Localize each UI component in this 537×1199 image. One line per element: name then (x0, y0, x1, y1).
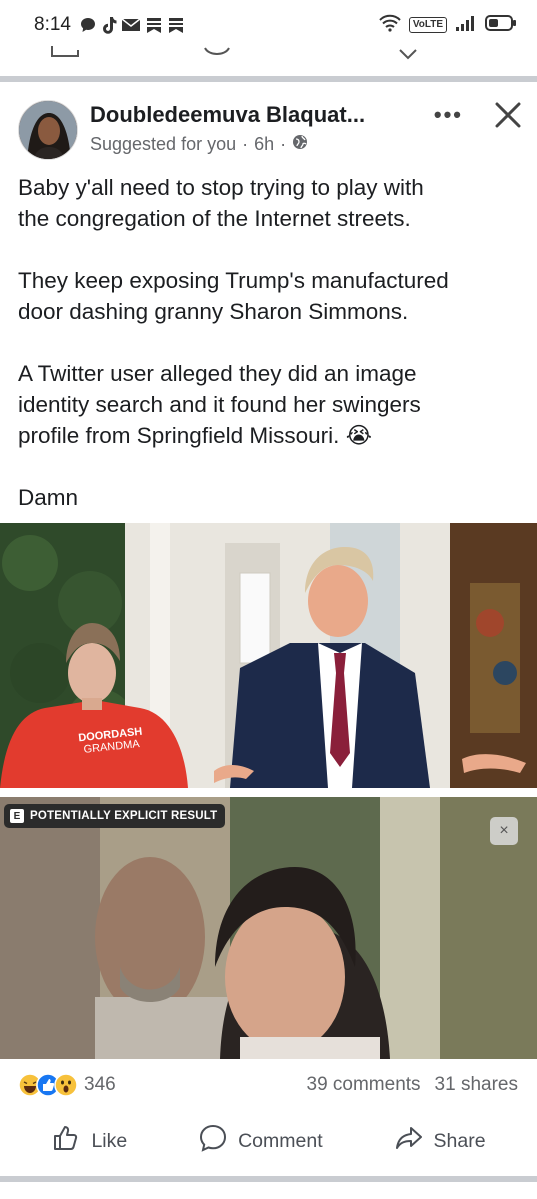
explicit-badge-text: POTENTIALLY EXPLICIT RESULT (30, 810, 218, 822)
share-button[interactable]: Share (394, 1123, 486, 1159)
like-button[interactable]: Like (51, 1123, 127, 1159)
feed-divider (0, 76, 537, 82)
notification-icons (79, 16, 185, 34)
reaction-count[interactable]: 346 (84, 1074, 116, 1096)
avatar[interactable] (18, 100, 78, 160)
signal-icon (455, 14, 477, 37)
post-body: Baby y'all need to stop trying to play w… (18, 172, 523, 513)
explicit-badge-letter: E (10, 809, 24, 823)
wifi-icon (379, 14, 401, 37)
post-paragraph: A Twitter user alleged they did an image… (18, 361, 421, 448)
share-label: Share (433, 1129, 486, 1152)
wow-icon (54, 1073, 78, 1097)
more-options-button[interactable]: ••• (434, 102, 463, 128)
battery-icon (485, 14, 517, 37)
post-paragraph: Baby y'all need to stop trying to play w… (18, 175, 424, 231)
status-right: VoLTE (379, 14, 517, 37)
comments-count[interactable]: 39 comments (307, 1074, 421, 1096)
news-icon (145, 16, 163, 34)
thumbs-up-icon (51, 1123, 81, 1159)
suggested-label: Suggested for you (90, 134, 237, 154)
reactions-row: 346 39 comments 31 shares (18, 1068, 518, 1102)
comment-label: Comment (238, 1129, 323, 1152)
globe-icon (292, 134, 308, 155)
volte-indicator: VoLTE (408, 17, 447, 33)
dismiss-result-button[interactable]: × (490, 817, 518, 845)
crying-emoji: 😭 (345, 423, 372, 448)
post-photo-top[interactable]: DOORDASH GRANDMA (0, 523, 537, 788)
post-time[interactable]: 6h (254, 134, 274, 155)
post-photo-bottom[interactable] (0, 797, 537, 1059)
previous-post-actions (0, 42, 537, 76)
post-paragraph: They keep exposing Trump's manufactured … (18, 268, 449, 324)
post-stats: 39 comments 31 shares (307, 1074, 519, 1096)
post-actions: Like Comment Share (0, 1114, 537, 1168)
author-name[interactable]: Doubledeemuva Blaquat... (90, 102, 365, 128)
news-icon (167, 16, 185, 34)
reaction-icons[interactable] (18, 1073, 78, 1097)
comment-button[interactable]: Comment (198, 1123, 323, 1159)
mail-icon (121, 17, 141, 33)
share-icon (394, 1123, 424, 1159)
tiktok-icon (101, 16, 117, 34)
like-label: Like (91, 1129, 128, 1152)
post-header: Doubledeemuva Blaquat... Suggested for y… (18, 100, 523, 162)
comment-icon (198, 1123, 228, 1159)
explicit-result-badge: E POTENTIALLY EXPLICIT RESULT (4, 804, 226, 828)
post-meta: Suggested for you · 6h · (90, 134, 308, 155)
close-icon[interactable] (493, 100, 523, 130)
feed-divider (0, 1176, 537, 1182)
status-time: 8:14 (34, 14, 71, 35)
shares-count[interactable]: 31 shares (435, 1074, 518, 1096)
post-paragraph: Damn (18, 485, 79, 510)
chat-icon (79, 16, 97, 34)
